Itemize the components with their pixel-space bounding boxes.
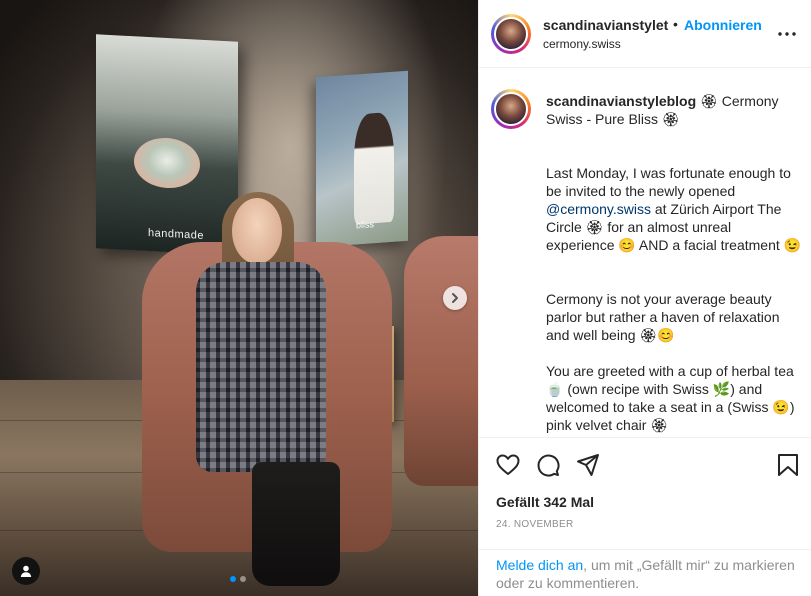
avatar[interactable] xyxy=(491,14,531,54)
user-tag-icon xyxy=(20,565,32,577)
post-photo[interactable]: handmade bliss xyxy=(0,0,478,596)
person-face xyxy=(232,198,282,264)
carousel-dots xyxy=(230,576,246,582)
paper-plane-icon[interactable] xyxy=(575,452,601,478)
poster-bliss: bliss xyxy=(316,70,408,248)
user-tags-button[interactable] xyxy=(12,557,40,585)
header-username[interactable]: scandinavianstylet xyxy=(543,17,669,33)
heart-icon[interactable] xyxy=(495,452,521,478)
poster-handmade: handmade xyxy=(96,34,238,256)
post-location[interactable]: cermony.swiss xyxy=(543,37,621,51)
caption-p1-text: Last Monday, I was fortunate enough to b… xyxy=(546,165,791,199)
likes-count[interactable]: Gefällt 342 Mal xyxy=(496,494,594,510)
post-actions: Gefällt 342 Mal 24. NOVEMBER xyxy=(479,437,811,549)
poster-handmade-caption: handmade xyxy=(148,227,204,242)
woman-figure-image xyxy=(354,111,394,225)
poster-bliss-caption: bliss xyxy=(356,219,375,231)
caption-paragraph-3: You are greeted with a cup of herbal tea… xyxy=(546,363,795,433)
caption-avatar[interactable] xyxy=(491,89,531,129)
login-link[interactable]: Melde dich an xyxy=(496,557,583,573)
post-header: scandinavianstylet • Abonnieren cermony.… xyxy=(479,0,811,68)
carousel-dot-1 xyxy=(230,576,236,582)
mention-link[interactable]: @cermony.swiss xyxy=(546,201,651,217)
bookmark-icon[interactable] xyxy=(775,452,801,478)
armchair-right xyxy=(404,236,478,486)
caption-area: scandinavianstyleblog 🏵 Cermony Swiss - … xyxy=(479,69,811,437)
post-side-panel: scandinavianstylet • Abonnieren cermony.… xyxy=(478,0,811,596)
carousel-dot-2 xyxy=(240,576,246,582)
chevron-right-icon xyxy=(452,293,458,303)
more-dots-icon[interactable] xyxy=(775,24,799,44)
caption-title: scandinavianstyleblog 🏵 Cermony Swiss - … xyxy=(546,92,802,128)
comment-icon[interactable] xyxy=(535,452,561,478)
person-plaid-dress xyxy=(196,262,326,472)
caption-username[interactable]: scandinavianstyleblog xyxy=(546,93,696,109)
login-prompt: Melde dich an, um mit „Gefällt mir“ zu m… xyxy=(479,549,811,596)
hands-with-herbs-image xyxy=(134,136,200,190)
person-boots xyxy=(252,462,340,586)
caption-paragraph-1: Last Monday, I was fortunate enough to b… xyxy=(546,164,802,254)
avatar-image xyxy=(494,17,528,51)
carousel-next-button[interactable] xyxy=(443,286,467,310)
caption-avatar-image xyxy=(494,92,528,126)
caption-paragraph-2: Cermony is not your average beauty parlo… xyxy=(546,291,780,343)
post-date[interactable]: 24. NOVEMBER xyxy=(496,519,574,530)
follow-button[interactable]: Abonnieren xyxy=(684,17,762,33)
header-separator: • xyxy=(673,16,678,32)
